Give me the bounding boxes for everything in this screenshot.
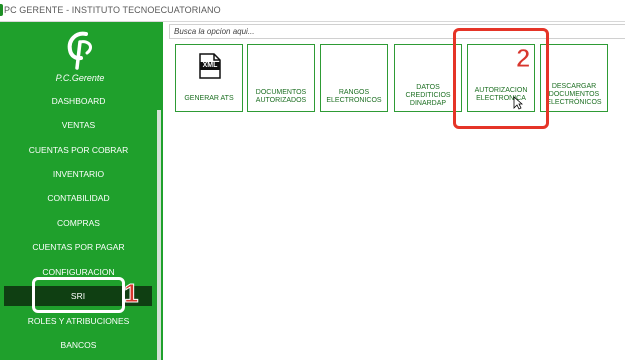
- annotation-step-1: 1: [123, 278, 139, 308]
- sidebar-scrollbar[interactable]: [157, 110, 161, 360]
- tile-label: DOCUMENTOS AUTORIZADOS: [255, 89, 307, 104]
- logo-name: P.C.Gerente: [55, 73, 105, 83]
- sidebar-item-ventas[interactable]: VENTAS: [0, 115, 157, 135]
- tile-generar-ats[interactable]: XML GENERAR ATS: [175, 44, 243, 112]
- tile-datos-crediticios-dinardap[interactable]: DATOS CREDITICIOS DINARDAP: [394, 44, 462, 112]
- search-input[interactable]: [169, 24, 625, 39]
- title-bar: PC GERENTE - INSTITUTO TECNOECUATORIANO: [0, 0, 625, 22]
- mouse-cursor-icon: [513, 96, 523, 110]
- sidebar-item-inventario[interactable]: INVENTARIO: [0, 164, 157, 184]
- sidebar-item-contabilidad[interactable]: CONTABILIDAD: [0, 188, 157, 208]
- tile-label: RANGOS ELECTRONICOS: [326, 89, 382, 104]
- tile-label: GENERAR ATS: [184, 95, 234, 102]
- sidebar-item-roles-y-atribuciones[interactable]: ROLES Y ATRIBUCIONES: [0, 311, 157, 331]
- tile-rangos-electronicos[interactable]: RANGOS ELECTRONICOS: [320, 44, 388, 112]
- logo: P.C.Gerente: [40, 28, 120, 84]
- sidebar-item-cuentas-por-pagar[interactable]: CUENTAS POR PAGAR: [0, 237, 157, 257]
- sidebar-item-bancos[interactable]: BANCOS: [0, 335, 157, 355]
- tile-label: DESCARGAR DOCUMENTOS ELECTRÓNICOS: [546, 83, 602, 106]
- sidebar-item-dashboard[interactable]: DASHBOARD: [0, 91, 157, 111]
- sidebar-item-compras[interactable]: COMPRAS: [0, 213, 157, 233]
- window-title: PC GERENTE - INSTITUTO TECNOECUATORIANO: [4, 5, 221, 15]
- tile-documentos-autorizados[interactable]: DOCUMENTOS AUTORIZADOS: [247, 44, 315, 112]
- pc-gerente-logo-icon: [67, 31, 92, 70]
- tile-descargar-documentos-electronicos[interactable]: DESCARGAR DOCUMENTOS ELECTRÓNICOS: [540, 44, 608, 112]
- annotation-step-2: 2: [515, 43, 531, 73]
- xml-icon-text: XML: [202, 62, 218, 69]
- app-icon: [0, 4, 3, 16]
- main-panel: XML GENERAR ATS DOCUMENTOS AUTORIZADOS R…: [163, 22, 625, 360]
- sidebar-item-cuentas-por-cobrar[interactable]: CUENTAS POR COBRAR: [0, 140, 157, 160]
- tile-label: DATOS CREDITICIOS DINARDAP: [405, 84, 451, 107]
- sidebar: P.C.Gerente DASHBOARD VENTAS CUENTAS POR…: [0, 22, 163, 360]
